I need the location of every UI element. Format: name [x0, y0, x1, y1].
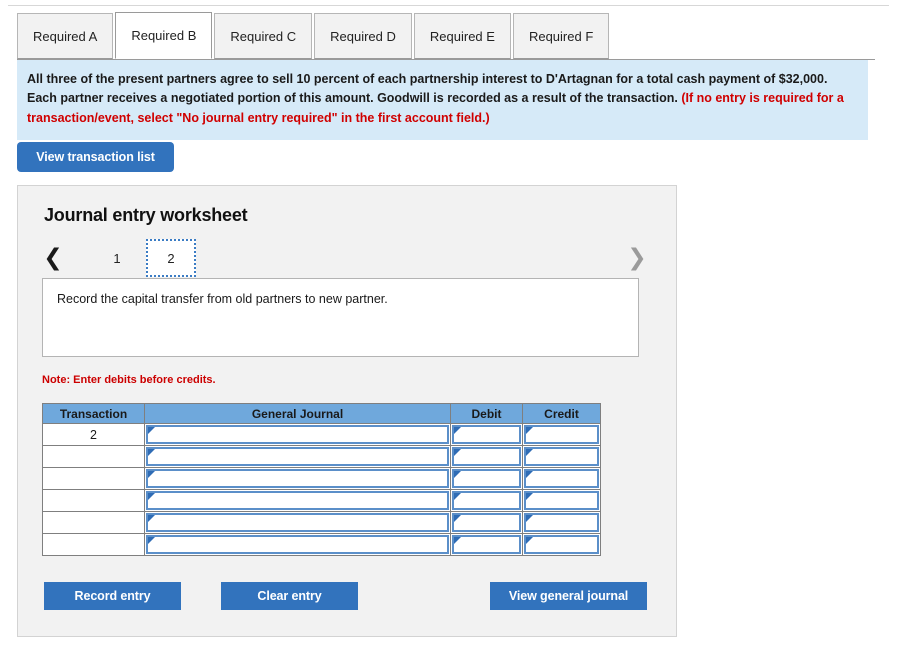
credit-input[interactable] — [524, 535, 599, 554]
pager-page-1[interactable]: 1 — [92, 239, 142, 277]
cell-debit — [450, 489, 523, 512]
record-entry-button[interactable]: Record entry — [44, 582, 181, 610]
tab-required-f[interactable]: Required F — [512, 13, 610, 59]
credit-input[interactable] — [524, 447, 599, 466]
cell-credit — [522, 511, 601, 534]
table-row: 2 — [42, 423, 601, 446]
cell-transaction — [42, 511, 145, 534]
entry-description-box: Record the capital transfer from old par… — [42, 278, 639, 357]
header-credit: Credit — [522, 403, 601, 424]
cell-debit — [450, 511, 523, 534]
header-debit: Debit — [450, 403, 523, 424]
debit-input[interactable] — [452, 447, 521, 466]
cell-credit — [522, 467, 601, 490]
tab-label: Required A — [33, 28, 98, 44]
clear-entry-button[interactable]: Clear entry — [221, 582, 358, 610]
credit-input[interactable] — [524, 469, 599, 488]
credit-input[interactable] — [524, 513, 599, 532]
debits-before-credits-note: Note: Enter debits before credits. — [42, 374, 216, 386]
header-general-journal: General Journal — [144, 403, 451, 424]
tab-required-d[interactable]: Required D — [314, 13, 412, 59]
cell-transaction: 2 — [42, 423, 145, 446]
tab-label: Required D — [330, 28, 396, 44]
debit-input[interactable] — [452, 535, 521, 554]
chevron-left-icon[interactable]: ❮ — [40, 239, 66, 277]
cell-credit — [522, 533, 601, 556]
cell-transaction — [42, 445, 145, 468]
table-row — [42, 467, 601, 490]
table-header-row: Transaction General Journal Debit Credit — [42, 403, 601, 424]
required-tabs: Required A Required B Required C Require… — [17, 12, 875, 60]
table-row — [42, 445, 601, 468]
cell-credit — [522, 445, 601, 468]
debit-input[interactable] — [452, 491, 521, 510]
tab-required-e[interactable]: Required E — [413, 13, 511, 59]
cell-debit — [450, 467, 523, 490]
tab-required-c[interactable]: Required C — [214, 13, 313, 59]
chevron-right-icon[interactable]: ❯ — [624, 239, 650, 277]
cell-general-journal — [144, 423, 451, 446]
tab-required-a[interactable]: Required A — [17, 13, 114, 59]
cell-general-journal — [144, 533, 451, 556]
debit-input[interactable] — [452, 425, 521, 444]
credit-input[interactable] — [524, 491, 599, 510]
cell-general-journal — [144, 511, 451, 534]
cell-debit — [450, 445, 523, 468]
cell-general-journal — [144, 445, 451, 468]
tab-label: Required C — [230, 28, 297, 44]
cell-general-journal — [144, 489, 451, 512]
general-journal-input[interactable] — [146, 447, 449, 466]
view-general-journal-button[interactable]: View general journal — [490, 582, 647, 610]
tab-label: Required F — [528, 28, 594, 44]
view-transaction-list-button[interactable]: View transaction list — [17, 142, 174, 172]
debit-input[interactable] — [452, 513, 521, 532]
question-prompt-panel: All three of the present partners agree … — [17, 60, 868, 141]
pager-page-2[interactable]: 2 — [146, 239, 196, 277]
cell-credit — [522, 489, 601, 512]
worksheet-pager: ❮ 1 2 ❯ — [40, 239, 650, 279]
cell-debit — [450, 533, 523, 556]
general-journal-input[interactable] — [146, 535, 449, 554]
general-journal-input[interactable] — [146, 425, 449, 444]
cell-debit — [450, 423, 523, 446]
page-top-divider — [8, 5, 889, 6]
cell-credit — [522, 423, 601, 446]
journal-entry-table: Transaction General Journal Debit Credit… — [42, 403, 601, 556]
tab-label: Required E — [429, 28, 495, 44]
header-transaction: Transaction — [42, 403, 145, 424]
credit-input[interactable] — [524, 425, 599, 444]
cell-general-journal — [144, 467, 451, 490]
entry-description-text: Record the capital transfer from old par… — [57, 292, 388, 306]
general-journal-input[interactable] — [146, 491, 449, 510]
cell-transaction — [42, 467, 145, 490]
general-journal-input[interactable] — [146, 469, 449, 488]
journal-entry-worksheet-panel: Journal entry worksheet ❮ 1 2 ❯ Record t… — [17, 185, 677, 637]
general-journal-input[interactable] — [146, 513, 449, 532]
debit-input[interactable] — [452, 469, 521, 488]
tab-label: Required B — [131, 28, 197, 43]
cell-transaction — [42, 489, 145, 512]
cell-transaction — [42, 533, 145, 556]
table-row — [42, 533, 601, 556]
tab-required-b[interactable]: Required B — [115, 12, 213, 59]
worksheet-title: Journal entry worksheet — [44, 205, 248, 225]
table-row — [42, 489, 601, 512]
table-row — [42, 511, 601, 534]
